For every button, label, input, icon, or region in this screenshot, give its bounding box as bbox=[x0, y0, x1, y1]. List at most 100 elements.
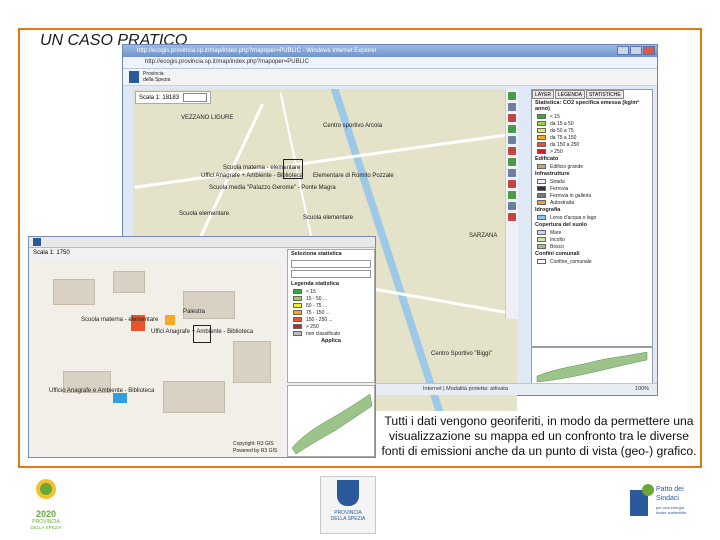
legend-tabs: LAYER LEGENDA STATISTICHE bbox=[532, 90, 652, 99]
color-swatch bbox=[537, 193, 546, 198]
info-icon[interactable] bbox=[508, 158, 516, 166]
minimize-button[interactable] bbox=[617, 46, 629, 55]
building bbox=[233, 341, 271, 383]
color-swatch bbox=[537, 244, 546, 249]
legend-copertura-label: Incolto bbox=[550, 236, 565, 243]
detail-select-statistic[interactable]: Seleziona statistica bbox=[288, 250, 374, 258]
help-icon[interactable] bbox=[508, 202, 516, 210]
legend-stat-item: da 15 a 50 bbox=[532, 120, 652, 127]
next-view-icon[interactable] bbox=[508, 147, 516, 155]
legend-stat-title: Statistica: CO2 specifica emessa (kg/m² … bbox=[535, 100, 639, 112]
map-label: VEZZANO LIGURE bbox=[181, 115, 234, 121]
refresh-icon[interactable] bbox=[508, 213, 516, 221]
legend-infra-label: Ferrovia bbox=[550, 185, 569, 192]
legend-copertura-item: Incolto bbox=[532, 236, 652, 243]
legend-stat-label: da 75 a 150 bbox=[550, 134, 577, 141]
print-icon[interactable] bbox=[508, 180, 516, 188]
legend-edificato-item: Edificio grande bbox=[532, 163, 652, 170]
legend-idro-list: Lorso d'acqua o lago bbox=[532, 214, 652, 221]
detail-legend-item: 50 - 75 ... bbox=[288, 302, 374, 309]
window-controls bbox=[617, 46, 655, 55]
color-swatch bbox=[293, 331, 302, 336]
detail-powered-by: Powered by R3 GIS bbox=[233, 448, 278, 454]
detail-legend-list: < 15 15 - 50 ... 50 - 75 ... 75 - 150 ... 15… bbox=[288, 288, 374, 337]
detail-legend-item: 75 - 150 ... bbox=[288, 309, 374, 316]
measure-icon[interactable] bbox=[508, 169, 516, 177]
zoom-extent-icon[interactable] bbox=[508, 125, 516, 133]
detail-legend-item: 15 - 50 ... bbox=[288, 295, 374, 302]
detail-legend-item: 150 - 250 ... bbox=[288, 316, 374, 323]
detail-legend-title: Legenda statistica bbox=[291, 281, 339, 287]
detail-legend-panel: Seleziona statistica Legenda statistica … bbox=[287, 249, 375, 383]
detail-map-label: Ufficio Anagrafe e Ambiente - Biblioteca bbox=[49, 388, 155, 394]
legend-section-infrastrutture: Infrastrutture bbox=[535, 171, 570, 177]
detail-apply-button[interactable]: Applica bbox=[288, 337, 374, 345]
tab-legenda[interactable]: LEGENDA bbox=[555, 90, 585, 99]
detail-legend-item: > 250 bbox=[288, 323, 374, 330]
detail-select-dropdown[interactable] bbox=[291, 270, 371, 278]
detail-map-label: Palestra bbox=[183, 309, 206, 315]
maximize-button[interactable] bbox=[630, 46, 642, 55]
detail-legend-label: > 250 bbox=[306, 323, 319, 330]
logo-2020-provincia: 2020 PROVINCIA DELLA SPEZIA bbox=[26, 474, 66, 534]
detail-legend-label: < 15 bbox=[306, 288, 316, 295]
close-button[interactable] bbox=[643, 46, 655, 55]
overview-map[interactable] bbox=[531, 347, 653, 385]
detail-overview-map[interactable] bbox=[287, 385, 375, 457]
address-bar[interactable]: http://ecogis.provincia.sp.it/map/index.… bbox=[123, 57, 657, 69]
building bbox=[53, 279, 95, 305]
detail-select-dropdown[interactable] bbox=[291, 260, 371, 268]
select-icon[interactable] bbox=[508, 191, 516, 199]
building-highlight-blue[interactable] bbox=[113, 393, 127, 403]
legend-confini-item: Confine_comunale bbox=[532, 258, 652, 265]
detail-legend-label: 150 - 250 ... bbox=[306, 316, 333, 323]
detail-legend-label: 15 - 50 ... bbox=[306, 295, 328, 302]
detail-scale-control[interactable]: Scala 1: 1750 bbox=[33, 250, 70, 256]
detail-legend-item: < 15 bbox=[288, 288, 374, 295]
color-swatch bbox=[537, 179, 546, 184]
detail-map-canvas[interactable]: Scuola materna - elementare Palestra Uff… bbox=[33, 261, 283, 455]
legend-stat-item: da 50 a 75 bbox=[532, 127, 652, 134]
map-label: Scuola media "Palazzo Gerome" - Ponte Ma… bbox=[209, 185, 336, 191]
legend-stat-label: da 15 a 50 bbox=[550, 120, 574, 127]
previous-view-icon[interactable] bbox=[508, 136, 516, 144]
zoom-out-icon[interactable] bbox=[508, 103, 516, 111]
legend-copertura-label: Mare bbox=[550, 229, 562, 236]
tab-layer[interactable]: LAYER bbox=[532, 90, 555, 99]
scale-dropdown[interactable] bbox=[182, 93, 207, 102]
legend-infra-item: Ferrovia in galleria bbox=[532, 192, 652, 199]
color-swatch bbox=[293, 289, 302, 294]
detail-window: Scala 1: 1750 Scuola materna - elementar… bbox=[28, 236, 376, 458]
tab-statistiche[interactable]: STATISTICHE bbox=[585, 90, 624, 99]
color-swatch bbox=[293, 310, 302, 315]
building-highlight-orange[interactable] bbox=[165, 315, 175, 325]
legend-panel: LAYER LEGENDA STATISTICHE Statistica: CO… bbox=[531, 89, 653, 347]
map-label: Scuola elementare bbox=[179, 211, 230, 217]
scale-control[interactable]: Scala 1: 18183 bbox=[135, 91, 211, 104]
legend-infra-item: Autostrada bbox=[532, 199, 652, 206]
logo-right-text-4: locale sostenibile bbox=[656, 510, 687, 515]
status-text: Internet | Modalità protetta: attivata bbox=[423, 386, 508, 392]
color-swatch bbox=[537, 200, 546, 205]
legend-confini-list: Confine_comunale bbox=[532, 258, 652, 265]
building bbox=[163, 381, 225, 413]
covenant-mayors-icon bbox=[630, 484, 654, 516]
color-swatch bbox=[537, 230, 546, 235]
zoom-in-icon[interactable] bbox=[508, 92, 516, 100]
legend-stat-item: < 15 bbox=[532, 113, 652, 120]
detail-legend-label: 75 - 150 ... bbox=[306, 309, 330, 316]
legend-stat-label: < 15 bbox=[550, 113, 560, 120]
legend-stat-item: > 250 bbox=[532, 148, 652, 155]
legend-copertura-item: Bosco bbox=[532, 243, 652, 250]
zoom-level[interactable]: 100% bbox=[635, 384, 649, 395]
road bbox=[134, 132, 516, 189]
logo-right-text-1: Patto dei bbox=[656, 486, 684, 493]
app-name-line2: della Spezia bbox=[143, 77, 171, 83]
map-label: Centro Sportivo "Biggi" bbox=[431, 351, 492, 357]
sun-icon bbox=[36, 479, 56, 499]
color-swatch bbox=[293, 296, 302, 301]
color-swatch bbox=[293, 324, 302, 329]
pan-icon[interactable] bbox=[508, 114, 516, 122]
legend-stat-list: < 15 da 15 a 50 da 50 a 75 da 75 a 150 da 15… bbox=[532, 113, 652, 155]
legend-stat-item: da 150 a 250 bbox=[532, 141, 652, 148]
